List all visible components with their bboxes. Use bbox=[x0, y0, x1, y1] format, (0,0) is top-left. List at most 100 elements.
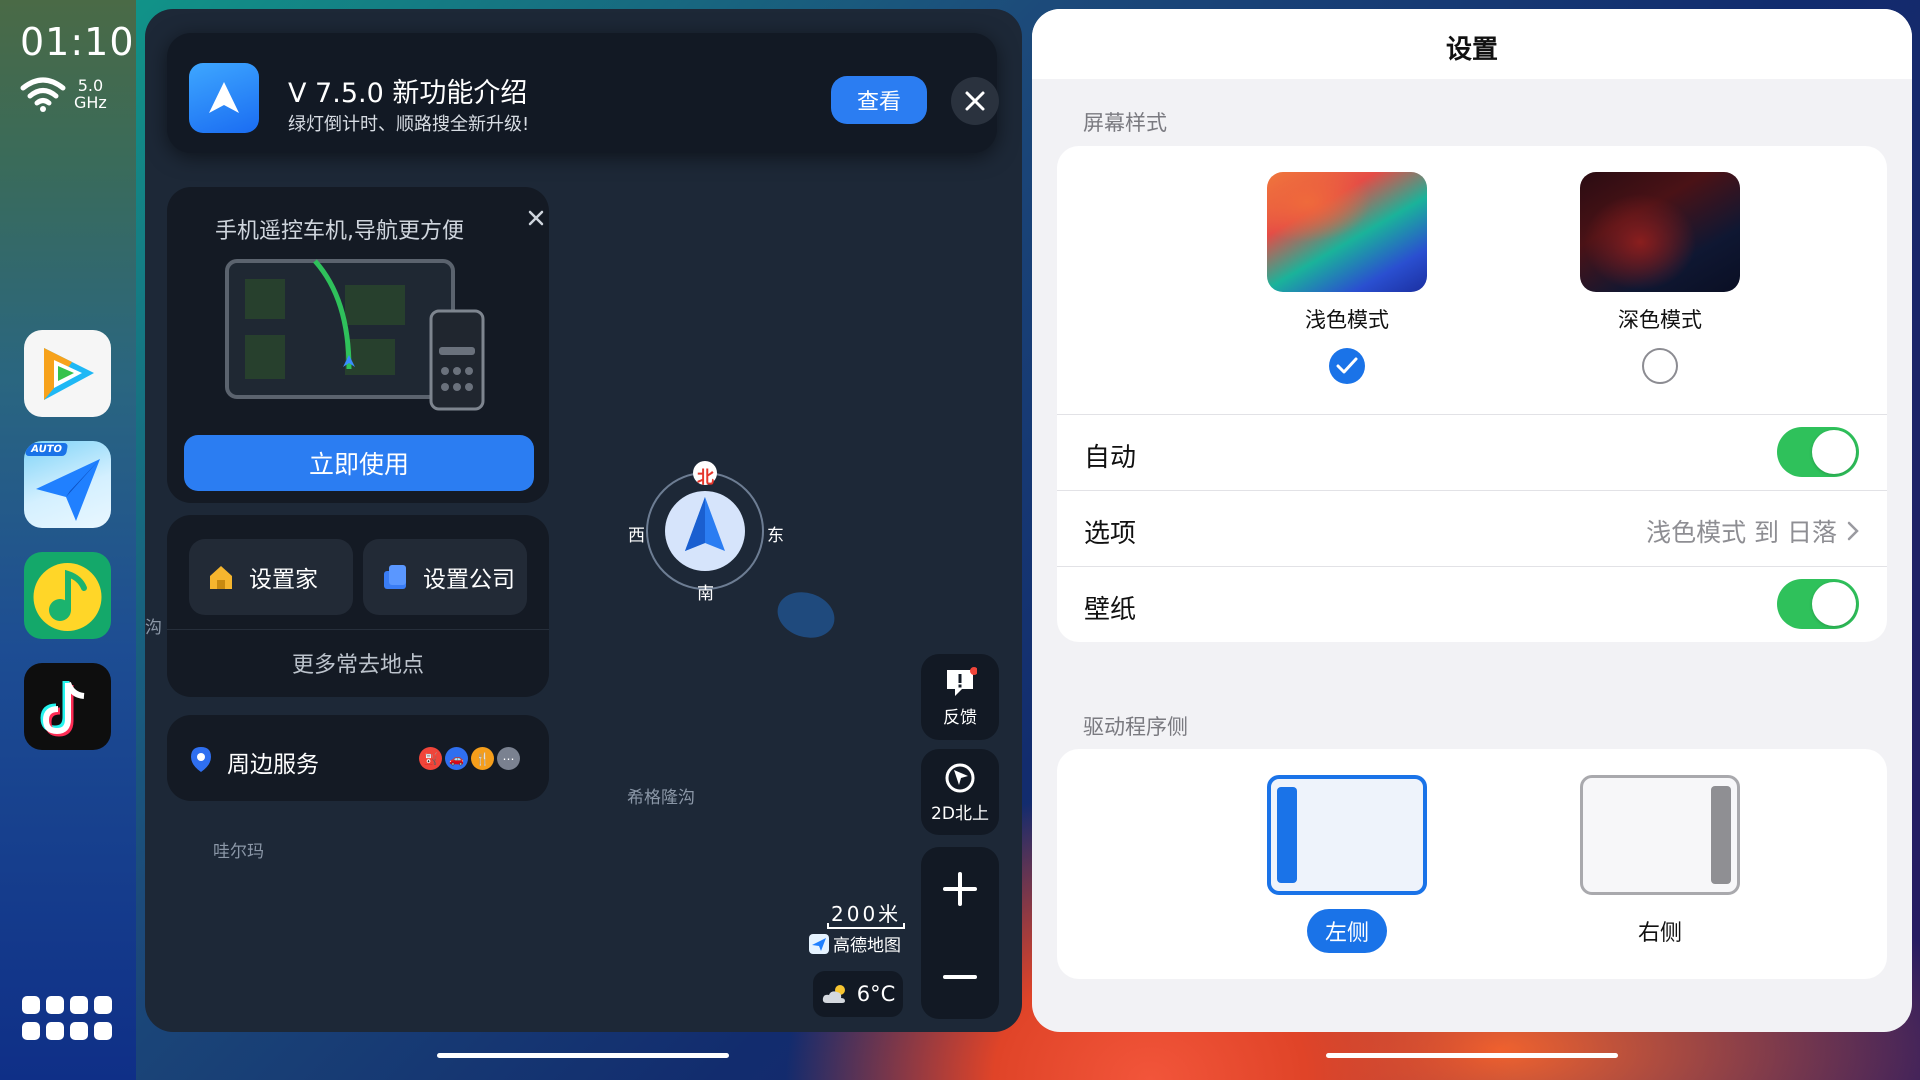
checkmark-icon bbox=[1336, 357, 1358, 374]
notice-title: V 7.5.0 新功能介绍 bbox=[288, 78, 528, 109]
wifi-status: 5.0 GHz bbox=[20, 76, 107, 112]
map-brand-label: 高德地图 bbox=[833, 936, 901, 956]
auto-toggle[interactable] bbox=[1777, 427, 1859, 477]
car-service-icon: 🚗 bbox=[445, 747, 468, 770]
auto-label: 自动 bbox=[1084, 443, 1137, 473]
divider bbox=[167, 629, 549, 630]
home-indicator-right[interactable] bbox=[1326, 1053, 1618, 1058]
left-side-option[interactable]: 左侧 bbox=[1267, 775, 1427, 953]
app-douyin[interactable] bbox=[24, 663, 111, 750]
dark-mode-thumbnail bbox=[1580, 172, 1740, 292]
auto-badge: AUTO bbox=[24, 443, 69, 456]
home-icon bbox=[210, 566, 232, 589]
dark-mode-label: 深色模式 bbox=[1618, 308, 1702, 332]
options-row[interactable]: 选项 浅色模式 到 日落 bbox=[1057, 490, 1887, 566]
dark-mode-option[interactable]: 深色模式 bbox=[1580, 172, 1740, 384]
frequent-places-card: 设置家 设置公司 更多常去地点 bbox=[167, 515, 549, 697]
more-places-link[interactable]: 更多常去地点 bbox=[167, 647, 549, 679]
settings-title: 设置 bbox=[1445, 35, 1498, 65]
plus-icon bbox=[943, 872, 977, 906]
right-side-thumbnail bbox=[1580, 775, 1740, 895]
app-amap-auto[interactable]: AUTO bbox=[24, 441, 111, 528]
nearby-label: 周边服务 bbox=[227, 752, 319, 778]
nearby-service-icons: ⛽ 🚗 🍴 ⋯ bbox=[419, 747, 520, 770]
use-now-button[interactable]: 立即使用 bbox=[184, 435, 534, 491]
right-side-label: 右侧 bbox=[1637, 921, 1682, 946]
compass-north: 北 bbox=[697, 468, 714, 488]
scale-bar bbox=[827, 923, 905, 929]
options-value: 浅色模式 到 日落 bbox=[1646, 518, 1837, 547]
wallpaper-toggle[interactable] bbox=[1777, 579, 1859, 629]
update-notice: V 7.5.0 新功能介绍 绿灯倒计时、顺路搜全新升级! 查看 bbox=[167, 33, 999, 153]
left-side-label: 左侧 bbox=[1307, 909, 1387, 953]
auto-row: 自动 bbox=[1057, 414, 1887, 490]
light-mode-thumbnail bbox=[1267, 172, 1427, 292]
phone-remote-promo: 手机遥控车机,导航更方便 立即使用 bbox=[167, 187, 549, 503]
partly-cloudy-icon bbox=[822, 985, 845, 1003]
amap-brand-icon bbox=[809, 933, 829, 954]
compass[interactable]: 北 南 东 西 bbox=[625, 451, 785, 604]
settings-header: 设置 bbox=[1032, 9, 1912, 79]
map-label: 哇尔玛 bbox=[213, 842, 264, 862]
right-side-option[interactable]: 右侧 bbox=[1580, 775, 1740, 953]
status-time: 01:10 bbox=[20, 20, 135, 64]
navigation-arrow-icon bbox=[209, 82, 239, 113]
light-mode-radio[interactable] bbox=[1329, 348, 1365, 384]
more-icon: ⋯ bbox=[497, 747, 520, 770]
weather-widget[interactable]: 6°C bbox=[813, 971, 903, 1017]
close-icon bbox=[965, 91, 985, 111]
screen-style-group: 浅色模式 深色模式 自动 选项 浅色模式 到 日落 壁纸 bbox=[1057, 146, 1887, 642]
light-mode-option[interactable]: 浅色模式 bbox=[1267, 172, 1427, 384]
chevron-right-icon bbox=[1847, 521, 1859, 541]
settings-panel: 设置 屏幕样式 浅色模式 深色模式 自动 选项 浅色模式 到 日落 壁纸 驱动程… bbox=[1032, 9, 1912, 1032]
map-mode-label: 2D北上 bbox=[931, 803, 989, 824]
music-note-icon bbox=[33, 563, 102, 631]
promo-close-icon[interactable] bbox=[527, 209, 545, 227]
zoom-in-button[interactable] bbox=[921, 847, 999, 931]
wallpaper-label: 壁纸 bbox=[1084, 595, 1137, 625]
weather-temp: 6°C bbox=[856, 982, 896, 1006]
map-mode-button[interactable]: 2D北上 bbox=[921, 749, 999, 835]
tiktok-icon bbox=[40, 681, 85, 737]
feedback-label: 反馈 bbox=[943, 707, 977, 728]
light-mode-label: 浅色模式 bbox=[1305, 308, 1389, 332]
zoom-out-button[interactable] bbox=[921, 935, 999, 1019]
set-company-button[interactable]: 设置公司 bbox=[363, 539, 527, 615]
nearby-services-card[interactable]: 周边服务 ⛽ 🚗 🍴 ⋯ bbox=[167, 715, 549, 801]
home-indicator-left[interactable] bbox=[437, 1053, 729, 1058]
set-company-label: 设置公司 bbox=[423, 567, 515, 593]
screen-style-section-label: 屏幕样式 bbox=[1083, 111, 1167, 135]
app-grid-button[interactable] bbox=[22, 996, 114, 1044]
location-pin-icon bbox=[191, 747, 211, 772]
set-home-label: 设置家 bbox=[249, 567, 318, 593]
map-label: 沟 bbox=[145, 618, 162, 638]
dark-mode-radio[interactable] bbox=[1642, 348, 1678, 384]
gas-station-icon: ⛽ bbox=[419, 747, 442, 770]
notice-subtitle: 绿灯倒计时、顺路搜全新升级! bbox=[288, 114, 530, 135]
north-up-icon bbox=[945, 763, 975, 792]
feedback-icon bbox=[947, 666, 977, 696]
app-dock: 01:10 5.0 GHz AUTO bbox=[0, 0, 136, 1080]
company-icon bbox=[384, 565, 406, 589]
map-panel[interactable]: 希格隆沟 哇尔玛 沟 V 7.5.0 新功能介绍 绿灯倒计时、顺路搜全新升级! … bbox=[145, 9, 1022, 1032]
wifi-band: 5.0 bbox=[77, 76, 104, 95]
phone-car-illustration bbox=[225, 259, 485, 411]
driver-side-group: 左侧 右侧 bbox=[1057, 749, 1887, 979]
compass-west: 西 bbox=[628, 526, 645, 546]
minus-icon bbox=[943, 975, 977, 979]
wifi-icon bbox=[20, 77, 66, 112]
notice-close-button[interactable] bbox=[951, 77, 999, 125]
notice-view-button[interactable]: 查看 bbox=[831, 76, 927, 124]
zoom-controls bbox=[921, 847, 999, 1019]
compass-south: 南 bbox=[697, 584, 714, 604]
map-label: 希格隆沟 bbox=[627, 788, 695, 808]
video-play-icon bbox=[44, 348, 94, 400]
compass-east: 东 bbox=[767, 526, 784, 546]
promo-title: 手机遥控车机,导航更方便 bbox=[215, 219, 464, 244]
restaurant-icon: 🍴 bbox=[471, 747, 494, 770]
app-qq-music[interactable] bbox=[24, 552, 111, 639]
map-brand: 高德地图 bbox=[809, 931, 901, 956]
app-tencent-video[interactable] bbox=[24, 330, 111, 417]
set-home-button[interactable]: 设置家 bbox=[189, 539, 353, 615]
feedback-button[interactable]: 反馈 bbox=[921, 654, 999, 740]
